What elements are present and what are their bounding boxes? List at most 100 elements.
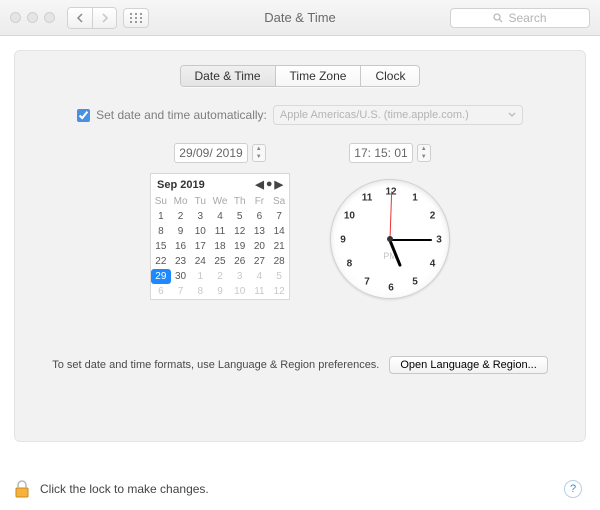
cal-day[interactable]: 28 [269, 254, 289, 269]
cal-day[interactable]: 23 [171, 254, 191, 269]
clock-number: 11 [359, 193, 375, 204]
calendar-prev-icon[interactable]: ◀ [255, 178, 263, 191]
clock-number: 5 [407, 276, 423, 287]
title-bar: Date & Time Search [0, 0, 600, 36]
cal-day[interactable]: 30 [171, 269, 191, 284]
clock-number: 7 [359, 276, 375, 287]
clock-number: 3 [431, 235, 447, 246]
cal-next-month-day[interactable]: 11 [250, 284, 270, 299]
cal-day[interactable]: 26 [230, 254, 250, 269]
clock-number: 4 [425, 259, 441, 270]
calendar-today-icon[interactable]: ● [266, 178, 273, 191]
cal-dow: Th [230, 194, 250, 209]
cal-day[interactable]: 5 [230, 209, 250, 224]
time-stepper[interactable]: ▲▼ [417, 144, 431, 162]
auto-datetime-row: Set date and time automatically: Apple A… [31, 105, 569, 125]
calendar-month-label: Sep 2019 [157, 179, 205, 191]
cal-day[interactable]: 12 [230, 224, 250, 239]
date-stepper[interactable]: ▲▼ [252, 144, 266, 162]
clock-number: 10 [341, 211, 357, 222]
date-column: 29/09/ 2019 ▲▼ Sep 2019 ◀ ● ▶ SuMoTuWeTh… [150, 143, 290, 300]
open-language-region-button[interactable]: Open Language & Region... [389, 356, 547, 374]
cal-next-month-day[interactable]: 9 [210, 284, 230, 299]
cal-next-month-day[interactable]: 12 [269, 284, 289, 299]
clock-number: 2 [425, 211, 441, 222]
nav-buttons [67, 7, 117, 29]
cal-day[interactable]: 14 [269, 224, 289, 239]
time-server-value: Apple Americas/U.S. (time.apple.com.) [280, 109, 469, 121]
forward-button[interactable] [92, 8, 116, 28]
cal-day[interactable]: 27 [250, 254, 270, 269]
minimize-window-icon[interactable] [27, 12, 38, 23]
cal-day[interactable]: 10 [190, 224, 210, 239]
chevron-down-icon [508, 109, 516, 121]
search-input[interactable]: Search [450, 8, 590, 28]
cal-day[interactable]: 20 [250, 239, 270, 254]
search-placeholder: Search [508, 11, 546, 25]
cal-next-month-day[interactable]: 7 [171, 284, 191, 299]
cal-day[interactable]: 13 [250, 224, 270, 239]
back-button[interactable] [68, 8, 92, 28]
lock-text: Click the lock to make changes. [40, 482, 209, 496]
cal-next-month-day[interactable]: 8 [190, 284, 210, 299]
show-all-button[interactable] [123, 8, 149, 28]
analog-clock: 123456789101112 PM [330, 179, 450, 299]
cal-day[interactable]: 15 [151, 239, 171, 254]
cal-day[interactable]: 9 [171, 224, 191, 239]
tabs-segmented: Date & TimeTime ZoneClock [180, 65, 421, 87]
cal-next-month-day[interactable]: 4 [250, 269, 270, 284]
cal-next-month-day[interactable]: 1 [190, 269, 210, 284]
cal-day[interactable]: 4 [210, 209, 230, 224]
cal-next-month-day[interactable]: 5 [269, 269, 289, 284]
lock-footer: Click the lock to make changes. [14, 480, 586, 498]
calendar: Sep 2019 ◀ ● ▶ SuMoTuWeThFrSa12345678910… [150, 173, 290, 300]
lock-icon[interactable] [14, 480, 30, 498]
cal-day[interactable]: 7 [269, 209, 289, 224]
help-button[interactable]: ? [564, 480, 582, 498]
clock-number: 6 [383, 283, 399, 294]
cal-next-month-day[interactable]: 3 [230, 269, 250, 284]
cal-day[interactable]: 24 [190, 254, 210, 269]
window-controls [10, 12, 55, 23]
cal-dow: Fr [250, 194, 270, 209]
cal-day[interactable]: 25 [210, 254, 230, 269]
time-column: 17: 15: 01 ▲▼ 123456789101112 PM [330, 143, 450, 299]
cal-dow: Tu [190, 194, 210, 209]
cal-dow: Sa [269, 194, 289, 209]
cal-day[interactable]: 29 [151, 269, 171, 284]
cal-day[interactable]: 11 [210, 224, 230, 239]
search-icon [493, 13, 503, 23]
clock-number: 8 [341, 259, 357, 270]
zoom-window-icon[interactable] [44, 12, 55, 23]
cal-day[interactable]: 2 [171, 209, 191, 224]
cal-day[interactable]: 3 [190, 209, 210, 224]
cal-day[interactable]: 8 [151, 224, 171, 239]
cal-day[interactable]: 1 [151, 209, 171, 224]
second-hand [390, 192, 393, 240]
auto-datetime-checkbox[interactable] [77, 109, 90, 122]
cal-day[interactable]: 17 [190, 239, 210, 254]
tab-clock[interactable]: Clock [360, 66, 419, 86]
cal-dow: Su [151, 194, 171, 209]
clock-number: 1 [407, 193, 423, 204]
cal-next-month-day[interactable]: 10 [230, 284, 250, 299]
cal-next-month-day[interactable]: 6 [151, 284, 171, 299]
clock-pivot [387, 236, 393, 242]
minute-hand [390, 239, 432, 241]
tab-date-time[interactable]: Date & Time [181, 66, 275, 86]
cal-day[interactable]: 18 [210, 239, 230, 254]
date-field[interactable]: 29/09/ 2019 [174, 143, 247, 163]
cal-day[interactable]: 6 [250, 209, 270, 224]
time-field[interactable]: 17: 15: 01 [349, 143, 412, 163]
cal-day[interactable]: 21 [269, 239, 289, 254]
cal-next-month-day[interactable]: 2 [210, 269, 230, 284]
time-server-dropdown[interactable]: Apple Americas/U.S. (time.apple.com.) [273, 105, 523, 125]
cal-day[interactable]: 16 [171, 239, 191, 254]
cal-day[interactable]: 19 [230, 239, 250, 254]
tab-time-zone[interactable]: Time Zone [275, 66, 361, 86]
calendar-next-icon[interactable]: ▶ [275, 178, 283, 191]
clock-number: 9 [335, 235, 351, 246]
cal-day[interactable]: 22 [151, 254, 171, 269]
cal-dow: We [210, 194, 230, 209]
close-window-icon[interactable] [10, 12, 21, 23]
